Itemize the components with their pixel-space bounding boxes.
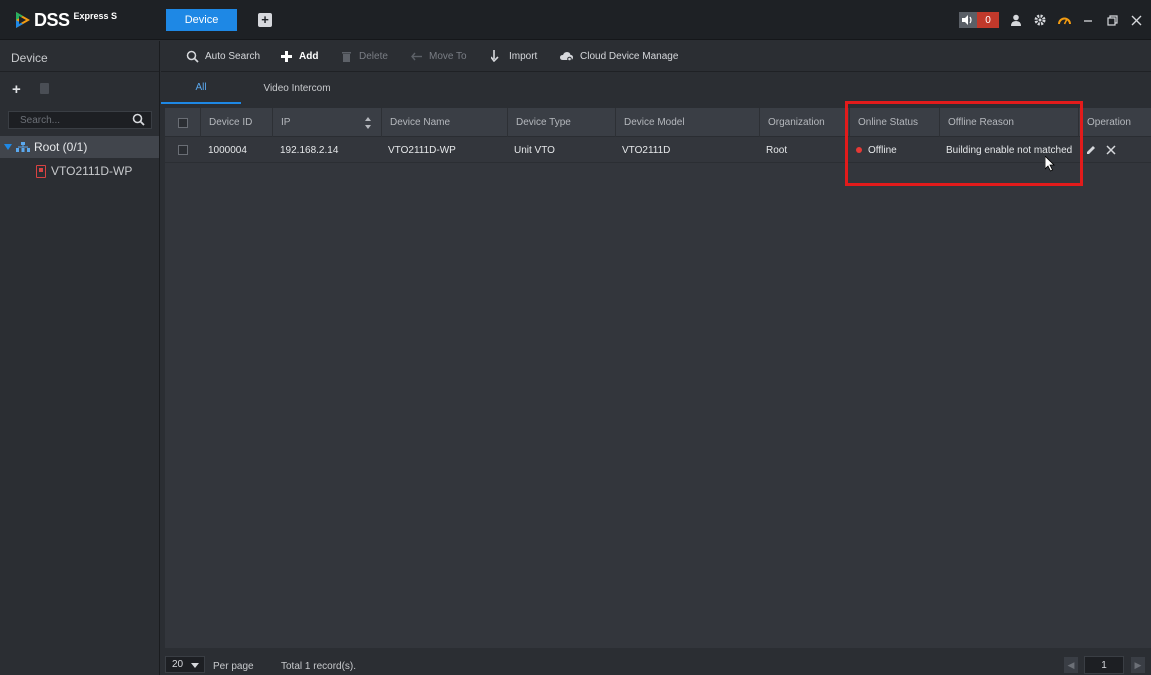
cell-ip: 192.168.2.14 bbox=[280, 144, 339, 156]
tree-root-label: Root (0/1) bbox=[34, 140, 88, 154]
tab-video-intercom[interactable]: Video Intercom bbox=[253, 72, 341, 104]
sort-icon[interactable] bbox=[365, 117, 371, 129]
app-logo: DSS Express S bbox=[14, 8, 117, 32]
auto-search-button[interactable]: Auto Search bbox=[185, 49, 260, 63]
delete-organization-icon[interactable] bbox=[40, 83, 49, 94]
cell-device-id: 1000004 bbox=[208, 144, 247, 156]
import-arrow-icon bbox=[489, 49, 503, 63]
move-to-label: Move To bbox=[429, 50, 467, 62]
move-arrows-icon bbox=[409, 49, 423, 63]
column-device-id[interactable]: Device ID bbox=[200, 108, 272, 137]
dss-logo-icon bbox=[16, 12, 30, 28]
cell-offline-reason: Building enable not matched bbox=[946, 144, 1073, 156]
column-device-type[interactable]: Device Type bbox=[507, 108, 615, 137]
column-organization[interactable]: Organization bbox=[759, 108, 849, 137]
mouse-cursor-icon bbox=[1045, 156, 1055, 172]
add-organization-icon[interactable]: + bbox=[12, 81, 21, 98]
tab-all[interactable]: All bbox=[161, 72, 241, 104]
select-all-cell bbox=[165, 108, 200, 137]
search-icon bbox=[185, 49, 199, 63]
auto-search-label: Auto Search bbox=[205, 50, 261, 62]
logo-subtext: Express S bbox=[73, 11, 118, 21]
door-station-icon bbox=[36, 164, 46, 178]
delete-x-icon[interactable] bbox=[1106, 145, 1116, 155]
device-table: Device ID IP Device Name Device Type Dev… bbox=[165, 108, 1151, 648]
device-toolbar: Auto Search Add Delete Move To Import Cl… bbox=[161, 41, 1151, 72]
cell-device-name: VTO2111D-WP bbox=[388, 144, 456, 156]
expand-caret-icon[interactable] bbox=[4, 144, 12, 150]
cell-organization: Root bbox=[766, 144, 788, 156]
select-all-checkbox[interactable] bbox=[177, 117, 188, 128]
restore-icon[interactable] bbox=[1105, 13, 1119, 27]
device-category-tabs: All Video Intercom bbox=[161, 72, 1151, 104]
column-device-model[interactable]: Device Model bbox=[615, 108, 759, 137]
sidebar-title: Device bbox=[11, 51, 48, 65]
title-bar: DSS Express S Device + 0 bbox=[0, 0, 1151, 40]
cloud-gear-icon bbox=[560, 49, 574, 63]
organization-icon bbox=[16, 142, 30, 152]
per-page-select[interactable]: 20 bbox=[165, 656, 205, 673]
nav-tab-device[interactable]: Device bbox=[166, 9, 237, 31]
table-header: Device ID IP Device Name Device Type Dev… bbox=[165, 108, 1151, 137]
import-label: Import bbox=[509, 50, 538, 62]
speaker-icon bbox=[959, 12, 977, 28]
chevron-down-icon bbox=[191, 663, 199, 668]
column-operation: Operation bbox=[1078, 108, 1151, 137]
search-placeholder: Search... bbox=[20, 115, 61, 126]
tree-search-input[interactable]: Search... bbox=[8, 111, 152, 129]
per-page-label: Per page bbox=[213, 661, 254, 672]
close-icon[interactable] bbox=[1129, 13, 1143, 27]
import-button[interactable]: Import bbox=[489, 49, 537, 63]
cloud-device-manage-button[interactable]: Cloud Device Manage bbox=[560, 49, 678, 63]
add-tab-icon[interactable]: + bbox=[258, 13, 272, 27]
alarm-count-badge: 0 bbox=[977, 12, 999, 28]
offline-status-dot-icon bbox=[856, 147, 862, 153]
alarm-indicator[interactable]: 0 bbox=[959, 12, 999, 28]
tree-device-node[interactable]: VTO2111D-WP bbox=[36, 164, 132, 178]
column-ip-label: IP bbox=[281, 117, 291, 128]
edit-pencil-icon[interactable] bbox=[1086, 145, 1096, 155]
online-status-text: Offline bbox=[868, 144, 897, 156]
column-online-status[interactable]: Online Status bbox=[849, 108, 939, 137]
add-device-button[interactable]: Add bbox=[279, 49, 318, 63]
table-row[interactable]: 1000004 192.168.2.14 VTO2111D-WP Unit VT… bbox=[165, 137, 1151, 163]
trash-icon bbox=[339, 49, 353, 63]
user-icon[interactable] bbox=[1009, 13, 1023, 27]
move-to-button[interactable]: Move To bbox=[409, 49, 467, 63]
row-select-cell bbox=[165, 137, 200, 163]
cloud-device-manage-label: Cloud Device Manage bbox=[580, 50, 679, 62]
gear-icon[interactable] bbox=[1033, 13, 1047, 27]
device-tree-sidebar: Device + Search... Root (0/1) VTO2111D-W… bbox=[0, 41, 160, 675]
total-records: Total 1 record(s). bbox=[281, 661, 357, 672]
delete-button[interactable]: Delete bbox=[339, 49, 388, 63]
delete-label: Delete bbox=[359, 50, 388, 62]
column-ip[interactable]: IP bbox=[272, 108, 381, 137]
titlebar-controls: 0 bbox=[959, 11, 1143, 29]
row-checkbox[interactable] bbox=[177, 145, 188, 155]
column-device-name[interactable]: Device Name bbox=[381, 108, 507, 137]
next-page-button[interactable]: ▶ bbox=[1131, 657, 1145, 673]
logo-text: DSS bbox=[34, 9, 70, 30]
per-page-value: 20 bbox=[172, 659, 184, 670]
column-offline-reason[interactable]: Offline Reason bbox=[939, 108, 1078, 137]
tree-root-node[interactable]: Root (0/1) bbox=[0, 136, 159, 158]
minimize-icon[interactable] bbox=[1081, 13, 1095, 27]
cell-operation bbox=[1078, 137, 1151, 163]
sidebar-divider bbox=[0, 71, 159, 72]
search-icon[interactable] bbox=[132, 113, 145, 126]
cell-device-type: Unit VTO bbox=[514, 144, 555, 156]
add-label: Add bbox=[299, 50, 319, 62]
plus-icon bbox=[279, 49, 293, 63]
tree-device-label: VTO2111D-WP bbox=[51, 164, 133, 178]
cell-online-status: Offline bbox=[848, 137, 938, 163]
cell-device-model: VTO2111D bbox=[622, 144, 671, 156]
performance-gauge-icon[interactable] bbox=[1057, 13, 1071, 27]
pagination-footer: 20 Per page Total 1 record(s). ◀ 1 ▶ bbox=[165, 651, 1151, 675]
page-number-input[interactable]: 1 bbox=[1084, 656, 1124, 674]
previous-page-button[interactable]: ◀ bbox=[1064, 657, 1078, 673]
